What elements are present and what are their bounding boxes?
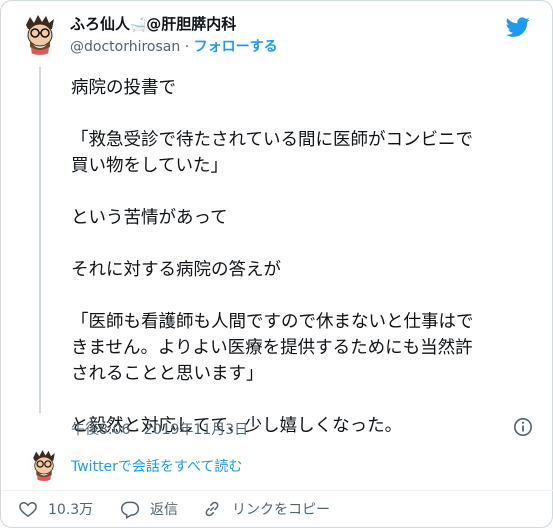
tweet-paragraph: 「医師も看護師も人間ですので休まないと仕事はで きません。よりよい医療を提供する… <box>71 312 474 384</box>
like-count: 10.3万 <box>48 502 94 518</box>
bathtub-icon: 🛁 <box>130 18 147 33</box>
author-display-name[interactable]: ふろ仙人 <box>70 15 130 33</box>
tweet-paragraph: それに対する病院の答えが <box>71 260 281 280</box>
twitter-bird-icon[interactable] <box>506 15 530 39</box>
author-name-row[interactable]: ふろ仙人🛁@肝胆膵内科 <box>70 14 278 36</box>
heart-icon <box>19 501 37 517</box>
tweet-timestamp[interactable]: 午後8:06 · 2019年11月3日 <box>71 419 248 439</box>
reply-button[interactable]: 返信 <box>120 497 178 521</box>
like-button[interactable]: 10.3万 <box>18 497 93 521</box>
author-avatar-small <box>27 447 61 481</box>
handle-separator: · <box>180 39 194 55</box>
speech-bubble-icon <box>120 501 140 519</box>
copy-link-label: リンクをコピー <box>232 502 330 518</box>
link-icon <box>205 501 219 517</box>
reply-label: 返信 <box>150 502 178 518</box>
tweet-paragraph: という苦情があって <box>71 208 228 228</box>
info-icon[interactable] <box>513 417 533 437</box>
author-handle[interactable]: @doctorhirosan <box>70 39 180 55</box>
copy-link-button[interactable]: リンクをコピー <box>202 497 330 521</box>
read-conversation-link[interactable]: Twitterで会話をすべて読む <box>71 456 242 476</box>
author-affiliation[interactable]: @肝胆膵内科 <box>146 15 236 33</box>
thread-connector-line <box>39 67 41 413</box>
tweet-paragraph: 「救急受診で待たされている間に医師がコンビニで 買い物をしていた」 <box>71 130 473 176</box>
tweet-header: ふろ仙人🛁@肝胆膵内科 @doctorhirosan · フォローする <box>18 11 538 61</box>
actions-divider <box>2 490 553 491</box>
tweet-paragraph: 病院の投書で <box>71 78 176 98</box>
tweet-text: 病院の投書で 「救急受診で待たされている間に医師がコンビニで 買い物をしていた」… <box>71 75 541 439</box>
tweet-embed-card: ふろ仙人🛁@肝胆膵内科 @doctorhirosan · フォローする 病院の投… <box>0 0 553 528</box>
author-avatar[interactable] <box>18 11 62 55</box>
follow-button[interactable]: フォローする <box>194 39 278 55</box>
